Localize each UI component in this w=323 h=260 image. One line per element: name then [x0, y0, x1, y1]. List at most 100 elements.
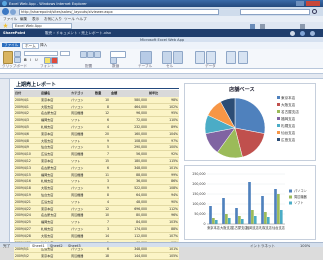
table-cell[interactable]: 周辺機器	[70, 151, 94, 158]
column-header[interactable]: 数量	[94, 90, 110, 97]
table-row[interactable]: 2009/4/3 福岡支店 ソフト 6 72,000 110%	[14, 117, 179, 124]
table-cell[interactable]: 周辺機器	[70, 233, 94, 240]
table-cell[interactable]: 86%	[148, 178, 179, 185]
table-cell[interactable]: 2009/4/9	[14, 144, 40, 151]
pie-slice[interactable]	[234, 97, 266, 134]
table-cell[interactable]: 東京本店	[40, 158, 70, 165]
search-icon[interactable]	[312, 9, 317, 14]
table-cell[interactable]: 48,000	[110, 199, 148, 206]
table-cell[interactable]: 札幌支店	[40, 226, 70, 233]
bar[interactable]	[227, 218, 231, 224]
table-row[interactable]: 2009/4/27 札幌支店 パソコン 3 174,000 88%	[14, 225, 179, 233]
sort-icon[interactable]	[195, 51, 205, 64]
insert-cells-icon[interactable]	[162, 51, 172, 64]
column-header[interactable]: カテゴリ	[70, 90, 94, 97]
app-brand[interactable]: SharePoint	[3, 31, 25, 35]
table-cell[interactable]: ソフト	[70, 138, 94, 145]
column-header[interactable]: 金額	[110, 90, 148, 97]
table-row[interactable]: 2009/4/12 東京本店 ソフト 15 180,000 115%	[14, 157, 179, 165]
table-cell[interactable]: 290,000	[110, 144, 148, 151]
table-cell[interactable]: 95%	[148, 110, 179, 117]
paste-icon[interactable]	[3, 51, 13, 64]
table-cell[interactable]: 115%	[148, 158, 179, 165]
table-row[interactable]: 2009/4/19 仙台支店 周辺機器 8 64,000 94%	[14, 191, 179, 199]
table-cell[interactable]: 99%	[148, 172, 179, 179]
table-cell[interactable]: 3	[94, 178, 110, 185]
table-row[interactable]: 2009/4/2 名古屋支店 周辺機器 12 96,000 95%	[14, 110, 179, 118]
bar[interactable]	[277, 194, 280, 224]
table-cell[interactable]: 174,000	[110, 226, 148, 233]
table-cell[interactable]: パソコン	[70, 104, 94, 111]
table-cell[interactable]: 6	[94, 165, 110, 172]
table-cell[interactable]: 20	[94, 131, 110, 138]
table-cell[interactable]: 105%	[148, 253, 179, 260]
table-cell[interactable]: 2009/4/25	[14, 219, 40, 226]
table-cell[interactable]: パソコン	[70, 97, 94, 104]
table-cell[interactable]: 103%	[148, 219, 179, 226]
bar[interactable]	[212, 218, 215, 224]
bar[interactable]	[266, 217, 270, 224]
table-cell[interactable]: パソコン	[70, 185, 94, 192]
bar[interactable]	[264, 212, 267, 224]
table-cell[interactable]: 2009/4/1	[14, 97, 40, 104]
table-row[interactable]: 2009/4/22 東京本店 パソコン 12 696,000 112%	[14, 205, 179, 213]
help-icon[interactable]	[300, 31, 305, 36]
bar[interactable]	[209, 206, 212, 224]
table-cell[interactable]: 104%	[148, 131, 179, 138]
table-cell[interactable]: 88%	[148, 226, 179, 233]
table-cell[interactable]: 107%	[148, 233, 179, 240]
table-cell[interactable]: ソフト	[70, 158, 94, 165]
table-cell[interactable]: ソフト	[70, 219, 94, 226]
wrap-text-icon[interactable]	[94, 51, 101, 58]
table-cell[interactable]: 名古屋支店	[40, 110, 70, 117]
table-cell[interactable]: 東京本店	[40, 206, 70, 213]
table-cell[interactable]: ソフト	[70, 178, 94, 185]
table-cell[interactable]: 2009/4/28	[14, 233, 40, 240]
table-cell[interactable]: パソコン	[70, 226, 94, 233]
table-row[interactable]: 2009/4/1 東京本店 パソコン 10 580,000 98%	[14, 96, 179, 104]
table-cell[interactable]: 7	[94, 219, 110, 226]
table-cell[interactable]: 112,000	[110, 233, 148, 240]
table-cell[interactable]: パソコン	[70, 144, 94, 151]
align-center-icon[interactable]	[87, 51, 94, 58]
table-row[interactable]: 2009/4/1 大阪支店 パソコン 8 464,000 102%	[14, 103, 179, 111]
menu-item[interactable]: お気に入り	[44, 17, 62, 21]
table-cell[interactable]: 2009/4/13	[14, 165, 40, 172]
table-cell[interactable]: 160,000	[110, 131, 148, 138]
table-cell[interactable]: 6	[94, 246, 110, 253]
table-cell[interactable]: 89%	[148, 124, 179, 131]
column-header[interactable]: 前年比	[148, 90, 179, 97]
table-cell[interactable]: 18	[94, 253, 110, 260]
table-cell[interactable]: 144,000	[110, 253, 148, 260]
table-cell[interactable]: 仙台支店	[40, 192, 70, 199]
tools-icon[interactable]	[300, 23, 305, 29]
table-row[interactable]: 2009/4/6 東京本店 周辺機器 20 160,000 104%	[14, 130, 179, 138]
table-cell[interactable]: ソフト	[70, 199, 94, 206]
table-cell[interactable]: パソコン	[70, 206, 94, 213]
table-row[interactable]: 2009/4/21 広島支店 ソフト 4 48,000 90%	[14, 198, 179, 206]
refresh-icon[interactable]	[238, 51, 248, 64]
bold-icon[interactable]: B	[24, 58, 27, 62]
menu-item[interactable]: ツール	[64, 17, 75, 21]
table-cell[interactable]: 2009/4/16	[14, 178, 40, 185]
table-cell[interactable]: 福岡支店	[40, 172, 70, 179]
table-cell[interactable]: 3	[94, 226, 110, 233]
table-cell[interactable]: 福岡支店	[40, 117, 70, 124]
table-row[interactable]: 2009/4/8 大阪支店 ソフト 9 108,000 97%	[14, 137, 179, 145]
favorites-star-icon[interactable]	[3, 23, 8, 28]
find-icon[interactable]	[226, 51, 236, 64]
table-cell[interactable]: 周辺機器	[70, 253, 94, 260]
table-cell[interactable]: 周辺機器	[70, 192, 94, 199]
bar[interactable]	[222, 198, 225, 224]
home-icon[interactable]	[250, 23, 255, 29]
table-cell[interactable]: 80,000	[110, 212, 148, 219]
bar[interactable]	[279, 210, 283, 224]
table-cell[interactable]: 10	[94, 212, 110, 219]
align-left-icon[interactable]	[80, 51, 87, 58]
table-cell[interactable]: 2009/4/19	[14, 192, 40, 199]
table-cell[interactable]: 8	[94, 104, 110, 111]
font-color-icon[interactable]	[51, 57, 58, 64]
table-cell[interactable]: 348,000	[110, 246, 148, 253]
table-cell[interactable]: 2009/4/27	[14, 226, 40, 233]
table-cell[interactable]: 232,000	[110, 124, 148, 131]
